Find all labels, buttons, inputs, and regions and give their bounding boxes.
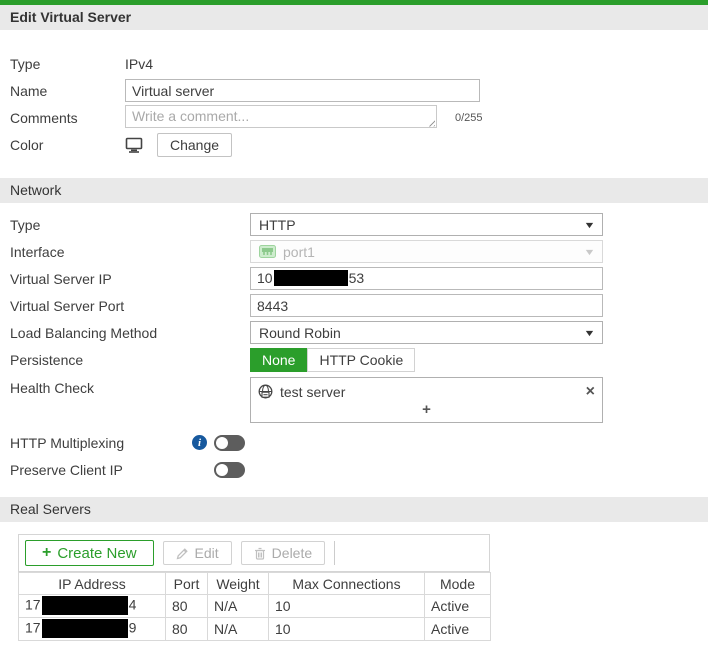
cell-ip-address: 179 xyxy=(19,618,166,641)
add-health-check-icon[interactable]: + xyxy=(258,402,595,420)
load-balancing-label: Load Balancing Method xyxy=(10,325,250,341)
network-type-value: HTTP xyxy=(259,217,296,233)
chevron-down-icon: ▼ xyxy=(583,247,595,257)
http-multiplexing-row: HTTP Multiplexing i xyxy=(10,429,708,456)
redaction-box xyxy=(274,270,348,286)
health-check-row: Health Check test server × + xyxy=(10,377,708,423)
page-title: Edit Virtual Server xyxy=(0,5,708,30)
persistence-segmented-control: None HTTP Cookie xyxy=(250,348,415,372)
real-servers-toolbar: + Create New Edit Delete xyxy=(18,534,490,572)
change-color-button[interactable]: Change xyxy=(157,133,232,157)
change-color-button-label: Change xyxy=(170,137,219,153)
create-new-button[interactable]: + Create New xyxy=(25,540,154,566)
virtual-server-port-row: Virtual Server Port xyxy=(10,292,708,319)
col-header-max-connections[interactable]: Max Connections xyxy=(269,573,425,595)
cell-max-connections: 10 xyxy=(269,618,425,641)
comments-label: Comments xyxy=(10,110,125,126)
delete-button-label: Delete xyxy=(272,545,312,561)
toolbar-divider xyxy=(334,541,335,565)
network-type-row: Type HTTP ▼ xyxy=(10,211,708,238)
cell-weight: N/A xyxy=(208,618,269,641)
cell-mode: Active xyxy=(425,618,491,641)
table-header-row: IP Address Port Weight Max Connections M… xyxy=(19,573,491,595)
chevron-down-icon: ▼ xyxy=(583,220,595,230)
comments-input[interactable] xyxy=(125,105,437,128)
edit-button-label: Edit xyxy=(195,545,219,561)
comments-field-wrap xyxy=(125,105,437,131)
virtual-server-ip-prefix: 10 xyxy=(257,270,273,286)
name-input[interactable] xyxy=(125,79,480,102)
persistence-option-http-cookie[interactable]: HTTP Cookie xyxy=(307,348,415,372)
redaction-box xyxy=(42,619,128,638)
http-multiplexing-label: HTTP Multiplexing xyxy=(10,435,186,451)
chevron-down-icon: ▼ xyxy=(583,328,595,338)
interface-value: port1 xyxy=(283,244,315,260)
virtual-server-ip-row: Virtual Server IP 10 53 xyxy=(10,265,708,292)
type-row: Type IPv4 xyxy=(10,50,708,77)
http-multiplexing-toggle[interactable] xyxy=(214,435,245,451)
cell-port: 80 xyxy=(166,618,208,641)
network-section: Type HTTP ▼ Interface port1 ▼ xyxy=(0,211,708,483)
remove-health-check-icon[interactable]: × xyxy=(586,385,595,399)
health-check-label: Health Check xyxy=(10,377,250,396)
cell-weight: N/A xyxy=(208,595,269,618)
preserve-client-ip-row: Preserve Client IP xyxy=(10,456,708,483)
cell-ip-address: 174 xyxy=(19,595,166,618)
interface-select: port1 ▼ xyxy=(250,240,603,263)
real-servers-section-header: Real Servers xyxy=(0,497,708,522)
redaction-box xyxy=(42,596,128,615)
cell-max-connections: 10 xyxy=(269,595,425,618)
health-check-icon xyxy=(258,384,273,399)
preserve-client-ip-label: Preserve Client IP xyxy=(10,462,214,478)
virtual-server-ip-input[interactable]: 10 53 xyxy=(250,267,603,290)
monitor-color-icon xyxy=(125,137,143,153)
virtual-server-port-input[interactable] xyxy=(250,294,603,317)
plus-icon: + xyxy=(42,544,51,562)
real-servers-table: IP Address Port Weight Max Connections M… xyxy=(18,572,491,641)
trash-icon xyxy=(254,547,266,560)
col-header-weight[interactable]: Weight xyxy=(208,573,269,595)
health-check-value: test server xyxy=(280,384,579,400)
delete-button[interactable]: Delete xyxy=(241,541,325,565)
color-label: Color xyxy=(10,137,125,153)
virtual-server-ip-label: Virtual Server IP xyxy=(10,271,250,287)
cell-mode: Active xyxy=(425,595,491,618)
col-header-ip-address[interactable]: IP Address xyxy=(19,573,166,595)
table-row[interactable]: 174 80 N/A 10 Active xyxy=(19,595,491,618)
edit-button[interactable]: Edit xyxy=(163,541,232,565)
comments-char-counter: 0/255 xyxy=(455,112,483,124)
network-type-select[interactable]: HTTP ▼ xyxy=(250,213,603,236)
virtual-server-ip-suffix: 53 xyxy=(349,270,365,286)
name-label: Name xyxy=(10,83,125,99)
type-value: IPv4 xyxy=(125,56,153,72)
type-label: Type xyxy=(10,56,125,72)
color-row: Color Change xyxy=(10,131,708,158)
ethernet-port-icon xyxy=(259,245,276,258)
load-balancing-row: Load Balancing Method Round Robin ▼ xyxy=(10,319,708,346)
name-row: Name xyxy=(10,77,708,104)
col-header-port[interactable]: Port xyxy=(166,573,208,595)
create-new-button-label: Create New xyxy=(57,545,136,562)
network-type-label: Type xyxy=(10,217,250,233)
persistence-option-none[interactable]: None xyxy=(250,348,307,372)
info-icon[interactable]: i xyxy=(192,435,207,450)
health-check-entry: test server × xyxy=(258,381,595,402)
health-check-box: test server × + xyxy=(250,377,603,423)
persistence-label: Persistence xyxy=(10,352,250,368)
preserve-client-ip-toggle[interactable] xyxy=(214,462,245,478)
cell-port: 80 xyxy=(166,595,208,618)
load-balancing-select[interactable]: Round Robin ▼ xyxy=(250,321,603,344)
pencil-icon xyxy=(176,547,189,560)
general-section: Type IPv4 Name Comments 0/255 Color Chan… xyxy=(0,50,708,158)
persistence-row: Persistence None HTTP Cookie xyxy=(10,346,708,373)
interface-label: Interface xyxy=(10,244,250,260)
network-section-header: Network xyxy=(0,178,708,203)
load-balancing-value: Round Robin xyxy=(259,325,341,341)
comments-row: Comments 0/255 xyxy=(10,104,708,131)
virtual-server-port-label: Virtual Server Port xyxy=(10,298,250,314)
col-header-mode[interactable]: Mode xyxy=(425,573,491,595)
table-row[interactable]: 179 80 N/A 10 Active xyxy=(19,618,491,641)
interface-row: Interface port1 ▼ xyxy=(10,238,708,265)
